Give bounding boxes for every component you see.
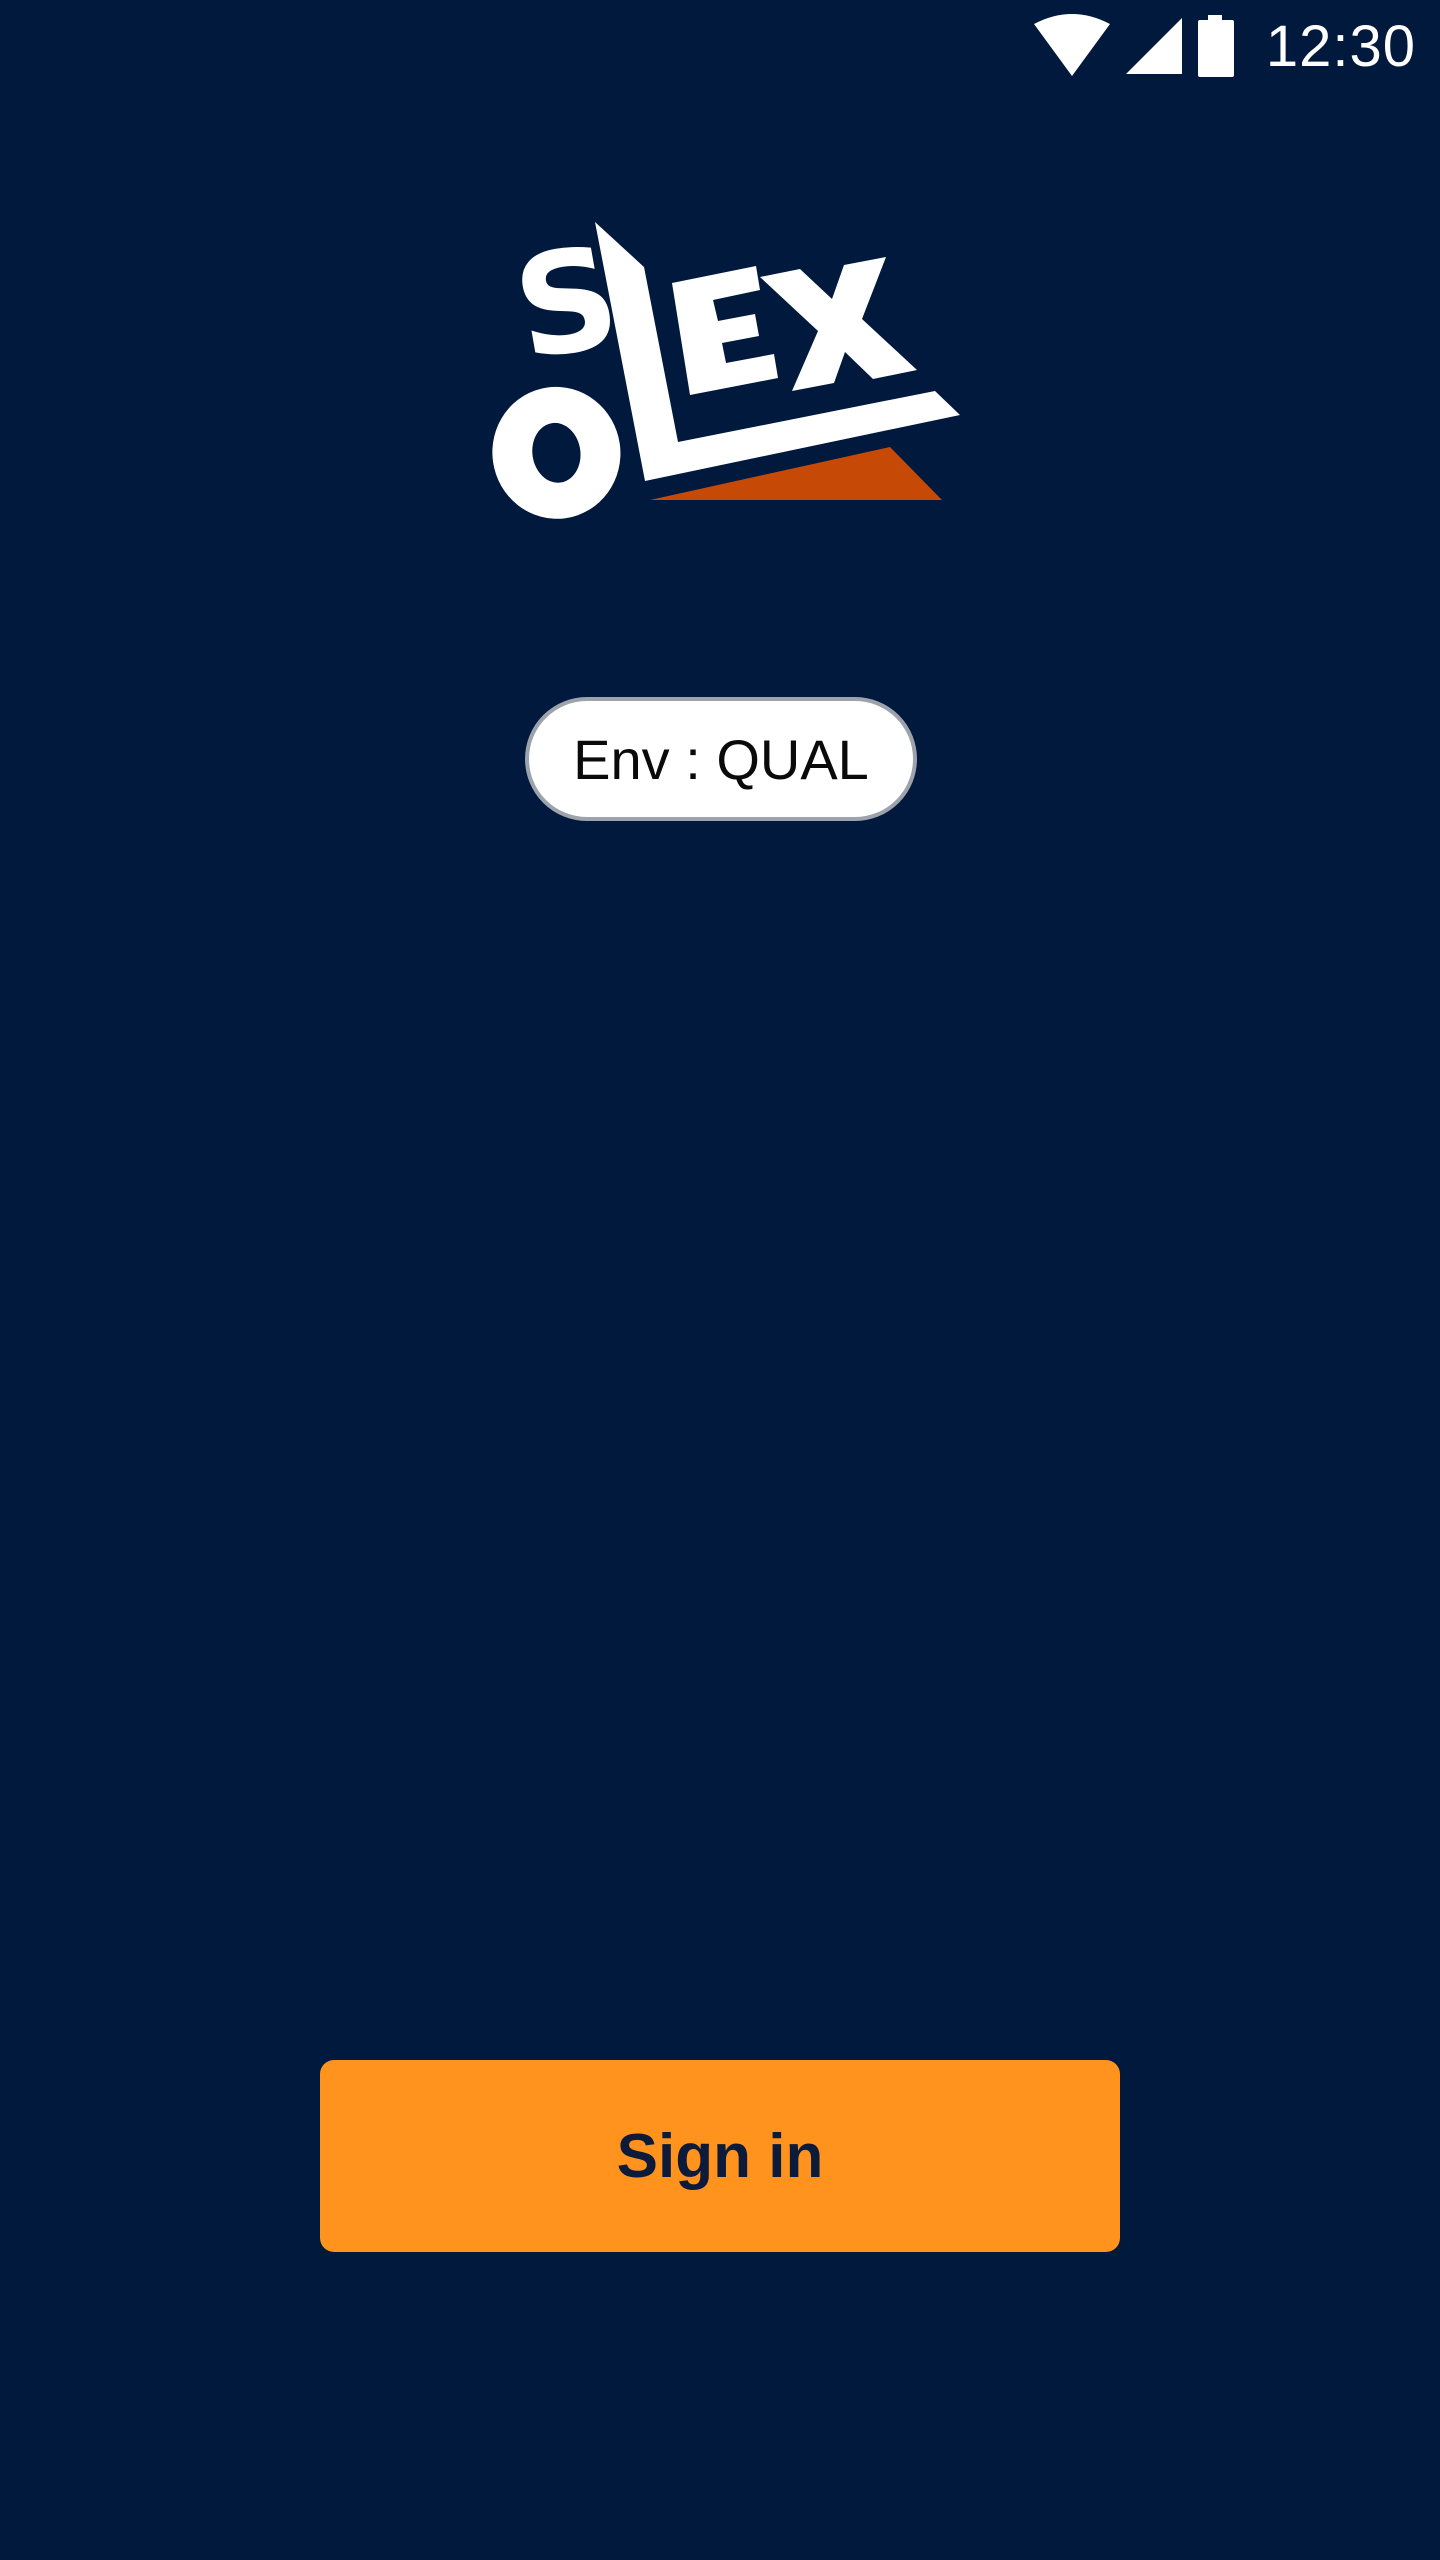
wifi-icon: [1032, 14, 1112, 78]
status-time: 12:30: [1265, 13, 1416, 79]
environment-badge: Env : QUAL: [525, 697, 917, 821]
sign-in-button[interactable]: Sign in: [320, 2060, 1120, 2252]
battery-icon: [1196, 15, 1236, 77]
status-bar: 12:30: [0, 0, 1440, 96]
status-icons: 12:30: [1032, 13, 1416, 79]
cellular-signal-icon: [1124, 16, 1184, 76]
solex-logo: S: [470, 215, 970, 535]
